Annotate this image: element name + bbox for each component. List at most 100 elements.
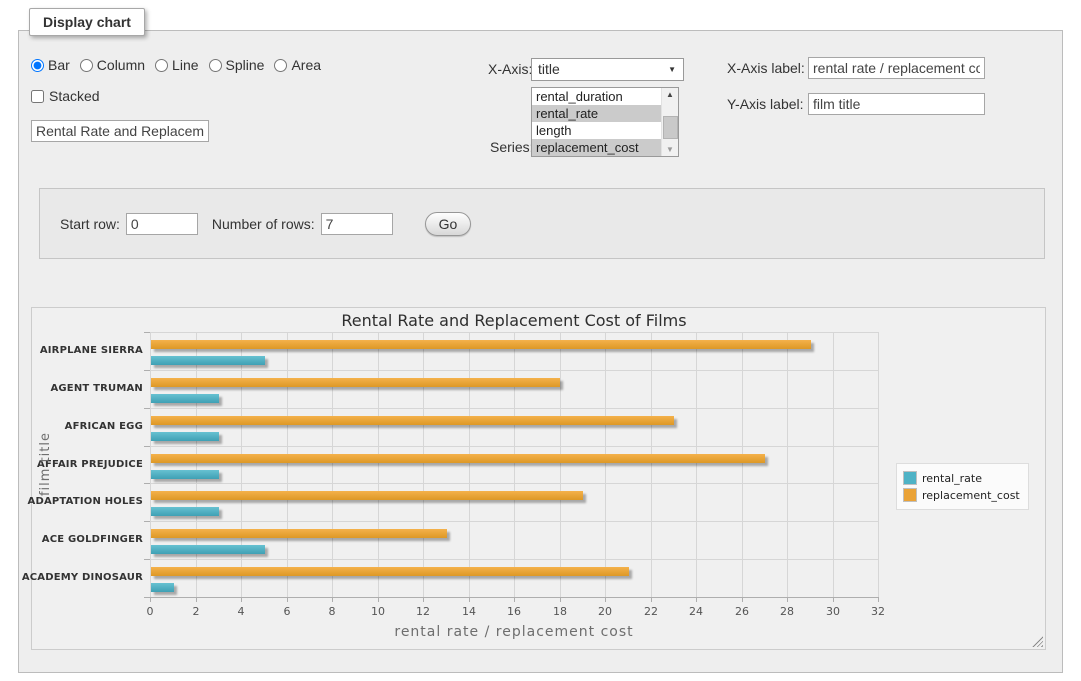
bar-replacement_cost-6[interactable] xyxy=(151,567,629,576)
chart-type-option-column[interactable]: Column xyxy=(80,57,145,73)
x-tick xyxy=(423,598,424,602)
y-tick xyxy=(144,408,150,409)
x-tick-label: 12 xyxy=(408,605,438,618)
x-tick xyxy=(605,598,606,602)
scroll-down-icon[interactable]: ▼ xyxy=(662,143,678,156)
y-axis-label-input[interactable] xyxy=(808,93,985,115)
stacked-checkbox[interactable] xyxy=(31,90,44,103)
bar-replacement_cost-0[interactable] xyxy=(151,340,811,349)
category-label-5: ACE GOLDFINGER xyxy=(42,534,143,545)
bar-rental_rate-1[interactable] xyxy=(151,394,219,403)
series-option-length[interactable]: length xyxy=(532,122,662,139)
x-gridline-22 xyxy=(651,332,652,597)
series-select-label: Series: xyxy=(490,139,534,155)
chart-type-radio-column[interactable] xyxy=(80,59,93,72)
chart-type-radio-line[interactable] xyxy=(155,59,168,72)
category-label-0: AIRPLANE SIERRA xyxy=(40,345,143,356)
series-option-rental_duration[interactable]: rental_duration xyxy=(532,88,662,105)
x-axis-select[interactable]: title ▼ xyxy=(531,58,684,81)
chart-type-radio-spline[interactable] xyxy=(209,59,222,72)
chart-type-option-label: Area xyxy=(291,57,321,73)
bar-replacement_cost-3[interactable] xyxy=(151,454,765,463)
category-label-1: AGENT TRUMAN xyxy=(50,383,143,394)
x-tick xyxy=(742,598,743,602)
y-gridline-4 xyxy=(150,483,878,484)
number-of-rows-label: Number of rows: xyxy=(212,216,315,232)
chart-type-radio-bar[interactable] xyxy=(31,59,44,72)
x-gridline-16 xyxy=(514,332,515,597)
y-gridline-5 xyxy=(150,521,878,522)
x-tick xyxy=(378,598,379,602)
start-row-input[interactable] xyxy=(126,213,198,235)
chart-type-radio-group: Bar Column Line Spline Area xyxy=(31,57,331,75)
listbox-scrollbar[interactable]: ▲ ▼ xyxy=(661,88,678,156)
x-axis-select-label: X-Axis: xyxy=(488,61,532,77)
scroll-up-icon[interactable]: ▲ xyxy=(662,88,678,101)
bar-rental_rate-6[interactable] xyxy=(151,583,174,592)
x-axis-label-input[interactable] xyxy=(808,57,985,79)
x-tick-label: 0 xyxy=(135,605,165,618)
x-tick xyxy=(332,598,333,602)
x-tick-label: 14 xyxy=(454,605,484,618)
bar-rental_rate-0[interactable] xyxy=(151,356,265,365)
x-tick xyxy=(696,598,697,602)
chart-type-option-label: Bar xyxy=(48,57,70,73)
y-tick xyxy=(144,332,150,333)
stacked-checkbox-row[interactable]: Stacked xyxy=(31,88,100,104)
chart-type-option-area[interactable]: Area xyxy=(274,57,321,73)
bar-rental_rate-4[interactable] xyxy=(151,507,219,516)
rows-form: Start row: Number of rows: Go xyxy=(39,188,1045,259)
y-tick xyxy=(144,446,150,447)
x-tick xyxy=(287,598,288,602)
bar-rental_rate-5[interactable] xyxy=(151,545,265,554)
bar-replacement_cost-1[interactable] xyxy=(151,378,560,387)
scrollbar-thumb[interactable] xyxy=(663,116,678,139)
legend-label-replacement_cost: replacement_cost xyxy=(922,489,1020,502)
x-tick xyxy=(833,598,834,602)
y-gridline-1 xyxy=(150,370,878,371)
x-gridline-14 xyxy=(469,332,470,597)
bar-rental_rate-2[interactable] xyxy=(151,432,219,441)
y-tick xyxy=(144,483,150,484)
chart-type-option-spline[interactable]: Spline xyxy=(209,57,265,73)
x-axis-select-value: title xyxy=(538,61,560,77)
x-gridline-26 xyxy=(742,332,743,597)
legend-label-rental_rate: rental_rate xyxy=(922,472,982,485)
x-tick xyxy=(560,598,561,602)
category-label-2: AFRICAN EGG xyxy=(65,421,143,432)
legend-item-rental_rate[interactable]: rental_rate xyxy=(903,471,1020,485)
chart-type-option-label: Line xyxy=(172,57,198,73)
x-axis-title: rental rate / replacement cost xyxy=(150,624,878,640)
x-gridline-20 xyxy=(605,332,606,597)
bar-replacement_cost-5[interactable] xyxy=(151,529,447,538)
y-axis-title: film title xyxy=(38,424,52,504)
legend-item-replacement_cost[interactable]: replacement_cost xyxy=(903,488,1020,502)
chart-type-option-line[interactable]: Line xyxy=(155,57,198,73)
chart-legend: rental_rate replacement_cost xyxy=(896,463,1029,510)
chart-type-option-label: Column xyxy=(97,57,145,73)
chart-title: Rental Rate and Replacement Cost of Film… xyxy=(150,311,878,330)
start-row-label: Start row: xyxy=(60,216,120,232)
bar-replacement_cost-4[interactable] xyxy=(151,491,583,500)
number-of-rows-input[interactable] xyxy=(321,213,393,235)
x-tick-label: 28 xyxy=(772,605,802,618)
go-button[interactable]: Go xyxy=(425,212,472,236)
category-label-6: ACADEMY DINOSAUR xyxy=(22,572,143,583)
y-gridline-0 xyxy=(150,332,878,333)
x-tick-label: 20 xyxy=(590,605,620,618)
x-tick-label: 32 xyxy=(863,605,893,618)
x-gridline-30 xyxy=(833,332,834,597)
x-tick xyxy=(469,598,470,602)
stacked-label: Stacked xyxy=(49,88,100,104)
chart-type-radio-area[interactable] xyxy=(274,59,287,72)
series-listbox[interactable]: rental_durationrental_ratelengthreplacem… xyxy=(531,87,679,157)
series-option-rental_rate[interactable]: rental_rate xyxy=(532,105,662,122)
y-tick xyxy=(144,521,150,522)
chart-type-option-bar[interactable]: Bar xyxy=(31,57,70,73)
series-option-replacement_cost[interactable]: replacement_cost xyxy=(532,139,662,156)
bar-rental_rate-3[interactable] xyxy=(151,470,219,479)
bar-replacement_cost-2[interactable] xyxy=(151,416,674,425)
panel-legend: Display chart xyxy=(29,8,145,36)
x-tick xyxy=(150,598,151,602)
chart-title-input[interactable] xyxy=(31,120,209,142)
